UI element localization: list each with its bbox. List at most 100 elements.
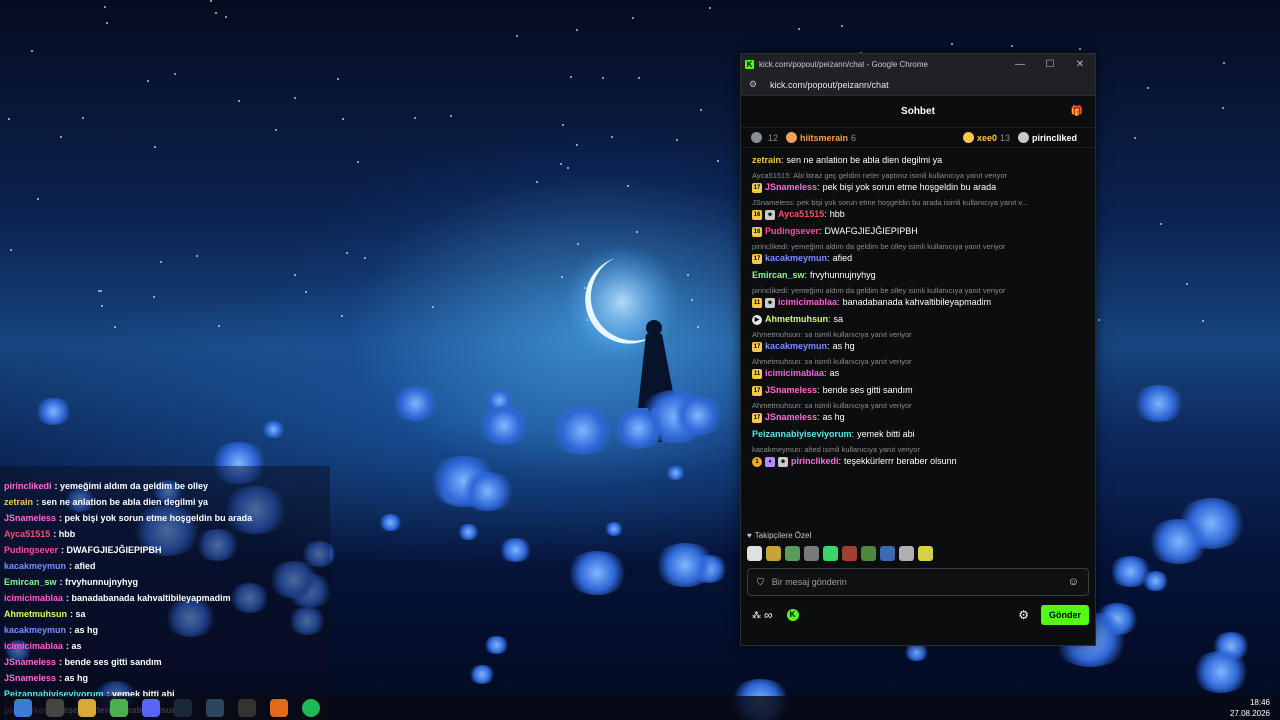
overlay-line: Ayca51515: hbb <box>0 526 330 542</box>
followers-only-text: Takipçilere Özel <box>754 531 812 540</box>
star <box>627 185 629 187</box>
emote-icon[interactable] <box>785 546 800 561</box>
username[interactable]: icimicimablaa <box>765 367 824 380</box>
chat-message-list[interactable]: zetrain: sen ne anlation be abla dien deg… <box>741 148 1095 526</box>
username[interactable]: Emircan_sw <box>752 269 805 282</box>
chat-message[interactable]: Ayca51515: Abi biraz geç geldim neler ya… <box>752 171 1085 194</box>
username[interactable]: Ayca51515 <box>778 208 824 221</box>
message-line: 17 kacakmeymun: as hg <box>752 340 1085 353</box>
username[interactable]: JSnameless <box>765 181 817 194</box>
emote-icon[interactable] <box>918 546 933 561</box>
site-settings-icon[interactable]: ⚙ <box>749 79 761 90</box>
og-badge-icon: ☻ <box>778 456 788 467</box>
chat-message[interactable]: Ahmetmuhsun: sa isimli kullanıcıya yanıt… <box>752 357 1085 380</box>
leaderboard-entry[interactable]: hiitsmerain 6 <box>786 132 856 143</box>
username[interactable]: JSnameless <box>765 384 817 397</box>
emote-icon[interactable] <box>823 546 838 561</box>
url-text[interactable]: kick.com/popout/peizann/chat <box>770 80 889 90</box>
star <box>98 290 100 292</box>
star <box>174 73 176 75</box>
chrome-icon[interactable] <box>110 699 128 717</box>
star <box>516 35 518 37</box>
og-badge-icon: ☻ <box>765 297 775 308</box>
chat-message[interactable]: Ahmetmuhsun: sa isimli kullanıcıya yanıt… <box>752 401 1085 424</box>
star <box>294 274 296 276</box>
spotify-icon[interactable] <box>302 699 320 717</box>
username[interactable]: Ahmetmuhsun <box>765 313 828 326</box>
star <box>1202 320 1204 322</box>
emote-icon[interactable] <box>766 546 781 561</box>
username[interactable]: icimicimablaa <box>778 296 837 309</box>
star <box>337 78 339 80</box>
leaderboard-entry[interactable]: 12 <box>751 132 778 143</box>
colon-separator: : <box>827 341 830 351</box>
emote-icon[interactable] <box>747 546 762 561</box>
kick-circle-icon[interactable]: K <box>786 609 799 621</box>
gift-icon[interactable]: 🎁 <box>1071 106 1083 117</box>
discord-icon[interactable] <box>142 699 160 717</box>
username[interactable]: kacakmeymun <box>765 340 827 353</box>
minimize-icon[interactable]: — <box>1005 59 1035 70</box>
overlay-text: : DWAFGJIEJĞIEPIPBH <box>61 545 162 555</box>
chat-message[interactable]: Peizannabiyiseviyorum: yemek bitti abi <box>752 428 1085 441</box>
tray-clock[interactable]: 18:46 27.08.2026 <box>1230 697 1270 719</box>
viewers-icon[interactable]: ⁂ <box>752 610 761 621</box>
username[interactable]: Pudingsever <box>765 225 819 238</box>
message-text: frvyhunnujnyhyg <box>810 270 876 280</box>
send-button[interactable]: Gönder <box>1040 605 1089 625</box>
chat-input[interactable] <box>771 577 1068 587</box>
star <box>536 181 538 183</box>
star <box>357 161 359 163</box>
username[interactable]: JSnameless <box>765 411 817 424</box>
chat-message[interactable]: kacakmeymun: afied isimli kullanıcıya ya… <box>752 445 1085 468</box>
leaderboard-count: 13 <box>999 132 1010 143</box>
message-line: 17 JSnameless: pek bişi yok sorun etme hoş… <box>752 181 1085 194</box>
chat-message[interactable]: pirinclikedi: yemeğimi aldım da geldim b… <box>752 242 1085 265</box>
emote-icon[interactable] <box>861 546 876 561</box>
leaderboard-entry[interactable]: pirincliked <box>1017 132 1077 143</box>
chat-message[interactable]: 16 Pudingsever: DWAFGJIEJĞIEPIPBH <box>752 225 1085 238</box>
files-icon[interactable] <box>78 699 96 717</box>
star <box>611 136 613 138</box>
window-titlebar[interactable]: K kick.com/popout/peizann/chat - Google … <box>741 54 1095 74</box>
emote-icon[interactable] <box>880 546 895 561</box>
close-icon[interactable]: ✕ <box>1065 59 1095 70</box>
vlc-icon[interactable] <box>270 699 288 717</box>
maximize-icon[interactable]: ☐ <box>1035 59 1065 70</box>
stream-overlay-chat: pirinclikedi: yemeğimi aldım da geldim b… <box>0 466 330 720</box>
search-icon[interactable] <box>46 699 64 717</box>
flower <box>670 396 726 435</box>
chat-message[interactable]: JSnameless: pek bişi yok sorun etme hoşg… <box>752 198 1085 221</box>
settings-icon[interactable]: ⚙ <box>1018 608 1029 622</box>
chat-message[interactable]: pirinclikedi: yemeğimi aldım da geldim b… <box>752 286 1085 309</box>
username[interactable]: Peizannabiyiseviyorum <box>752 428 852 441</box>
chat-input-box[interactable]: ⛉ ☺ <box>747 568 1089 596</box>
message-line: 17 kacakmeymun: afied <box>752 252 1085 265</box>
address-bar[interactable]: ⚙ kick.com/popout/peizann/chat <box>741 74 1095 96</box>
overlay-username: Pudingsever <box>4 545 59 555</box>
steam-2-icon[interactable] <box>206 699 224 717</box>
reply-context: Ahmetmuhsun: sa isimli kullanıcıya yanıt… <box>752 401 912 410</box>
username[interactable]: pirinclikedi <box>791 455 839 468</box>
chat-message[interactable]: ▶ Ahmetmuhsun: sa <box>752 313 1085 326</box>
emote-icon[interactable] <box>804 546 819 561</box>
emoji-icon[interactable]: ☺ <box>1068 576 1079 588</box>
chat-message[interactable]: Emircan_sw: frvyhunnujnyhyg <box>752 269 1085 282</box>
star <box>225 16 227 18</box>
username[interactable]: kacakmeymun <box>765 252 827 265</box>
emote-icon[interactable] <box>899 546 914 561</box>
emote-icon[interactable] <box>842 546 857 561</box>
chat-message[interactable]: Ahmetmuhsun: sa isimli kullanıcıya yanıt… <box>752 330 1085 353</box>
star <box>560 163 562 165</box>
start-icon[interactable] <box>14 699 32 717</box>
reply-context: JSnameless: pek bişi yok sorun etme hoşg… <box>752 198 1028 207</box>
chat-message[interactable]: zetrain: sen ne anlation be abla dien deg… <box>752 154 1085 167</box>
overlay-username: pirinclikedi <box>4 481 52 491</box>
username[interactable]: zetrain <box>752 154 781 167</box>
leaderboard-entry[interactable]: xee0 13 <box>962 132 1010 143</box>
steam-icon[interactable] <box>174 699 192 717</box>
chat-message[interactable]: 17 JSnameless: bende ses gitti sandım <box>752 384 1085 397</box>
infinity-label[interactable]: ∞ <box>764 608 773 622</box>
leaderboard-name: xee0 <box>976 132 997 143</box>
obs-icon[interactable] <box>238 699 256 717</box>
